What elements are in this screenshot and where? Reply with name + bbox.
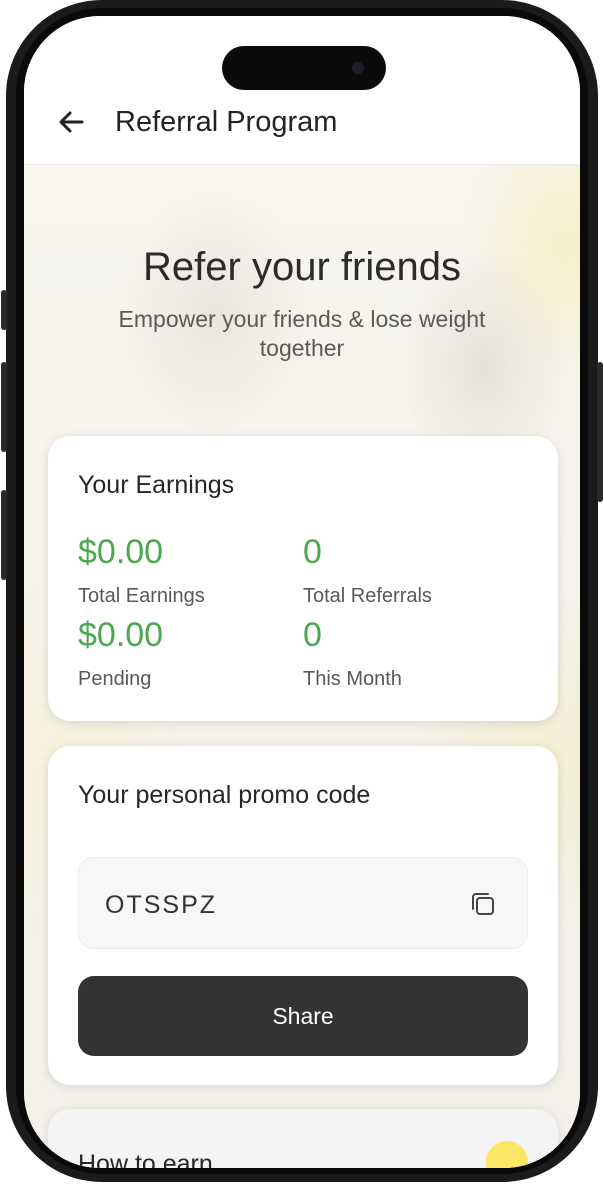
- how-to-earn-title: How to earn: [78, 1150, 213, 1168]
- total-earnings-label: Total Earnings: [78, 585, 205, 607]
- referral-content[interactable]: Refer your friends Empower your friends …: [24, 165, 580, 1168]
- share-button[interactable]: Share: [78, 976, 528, 1056]
- copy-icon: [472, 893, 494, 915]
- total-earnings-value: $0.00: [78, 533, 164, 571]
- how-to-earn-card[interactable]: How to earn: [48, 1109, 558, 1168]
- pending-label: Pending: [78, 668, 152, 690]
- arrow-left-icon: [59, 111, 84, 133]
- earnings-card: Your Earnings $0.00 Total Earnings 0 Tot…: [48, 436, 558, 721]
- pending-value: $0.00: [78, 616, 164, 654]
- promo-code-field[interactable]: OTSSPZ: [78, 857, 528, 949]
- this-month-value: 0: [303, 616, 322, 654]
- power-button: [597, 362, 603, 502]
- promo-card: Your personal promo code OTSSPZ Share: [48, 746, 558, 1085]
- volume-up-button: [1, 362, 7, 452]
- total-referrals-label: Total Referrals: [303, 585, 432, 607]
- hero-title: Refer your friends: [143, 245, 461, 289]
- app-bar: Referral Program: [24, 16, 580, 165]
- page-title: Referral Program: [115, 106, 338, 138]
- earnings-title: Your Earnings: [78, 471, 235, 499]
- app-screen: Referral Program Refer your friends Empo…: [24, 16, 580, 1168]
- back-button[interactable]: [54, 104, 90, 140]
- copy-code-button[interactable]: [469, 890, 497, 918]
- promo-code-value: OTSSPZ: [105, 891, 218, 919]
- this-month-label: This Month: [303, 668, 402, 690]
- hero-subtitle: Empower your friends & lose weight toget…: [118, 306, 486, 361]
- expand-indicator[interactable]: [486, 1141, 528, 1168]
- camera-lens: [352, 62, 364, 74]
- volume-down-button: [1, 490, 7, 580]
- promo-title: Your personal promo code: [78, 781, 371, 809]
- action-button: [1, 290, 7, 330]
- dynamic-island: [222, 46, 386, 90]
- total-referrals-value: 0: [303, 533, 322, 571]
